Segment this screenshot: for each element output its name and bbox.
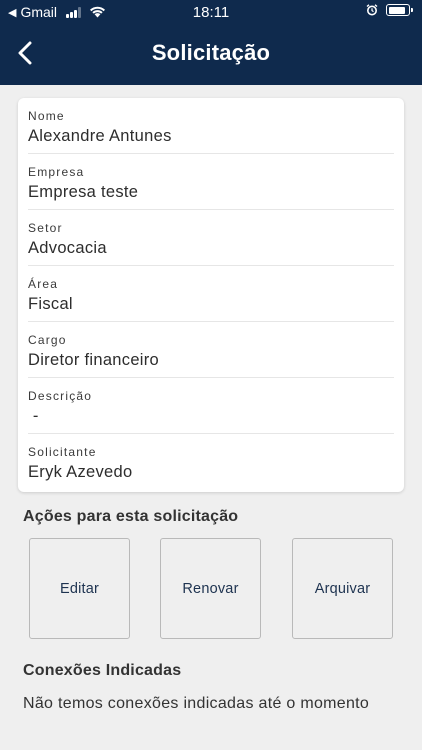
archive-button[interactable]: Arquivar: [292, 538, 393, 639]
connections-section-title: Conexões Indicadas: [23, 662, 182, 679]
status-bar: ◀ Gmail 18:11: [0, 0, 422, 24]
field-nome: Nome Alexandre Antunes: [28, 98, 394, 154]
field-empresa: Empresa Empresa teste: [28, 154, 394, 210]
field-label: Área: [28, 277, 59, 291]
field-descricao: Descrição -: [28, 378, 394, 434]
request-details-card: Nome Alexandre Antunes Empresa Empresa t…: [18, 98, 404, 492]
actions-section-title: Ações para esta solicitação: [23, 508, 239, 525]
field-value: Advocacia: [28, 239, 107, 257]
field-value: Fiscal: [28, 295, 73, 313]
field-label: Nome: [28, 109, 65, 123]
field-label: Setor: [28, 221, 63, 235]
renew-button[interactable]: Renovar: [160, 538, 261, 639]
app-header: ◀ Gmail 18:11 Solicitação: [0, 0, 422, 85]
battery-level: [388, 6, 405, 14]
alarm-icon: [366, 4, 378, 16]
field-solicitante: Solicitante Eryk Azevedo: [28, 434, 394, 490]
connections-empty-message: Não temos conexões indicadas até o momen…: [23, 695, 370, 712]
field-value: Empresa teste: [28, 183, 139, 201]
battery-icon: [386, 4, 413, 16]
field-label: Solicitante: [28, 445, 97, 459]
clock: 18:11: [192, 4, 230, 21]
status-bar-right: [366, 4, 413, 16]
field-area: Área Fiscal: [28, 266, 394, 322]
edit-button[interactable]: Editar: [29, 538, 130, 639]
field-value: -: [28, 407, 39, 425]
field-value: Eryk Azevedo: [28, 463, 133, 481]
field-cargo: Cargo Diretor financeiro: [28, 322, 394, 378]
field-value: Alexandre Antunes: [28, 127, 172, 145]
field-label: Empresa: [28, 165, 85, 179]
field-setor: Setor Advocacia: [28, 210, 394, 266]
field-label: Descrição: [28, 389, 93, 403]
field-value: Diretor financeiro: [28, 351, 160, 369]
field-label: Cargo: [28, 333, 67, 347]
page-title: Solicitação: [151, 40, 271, 65]
